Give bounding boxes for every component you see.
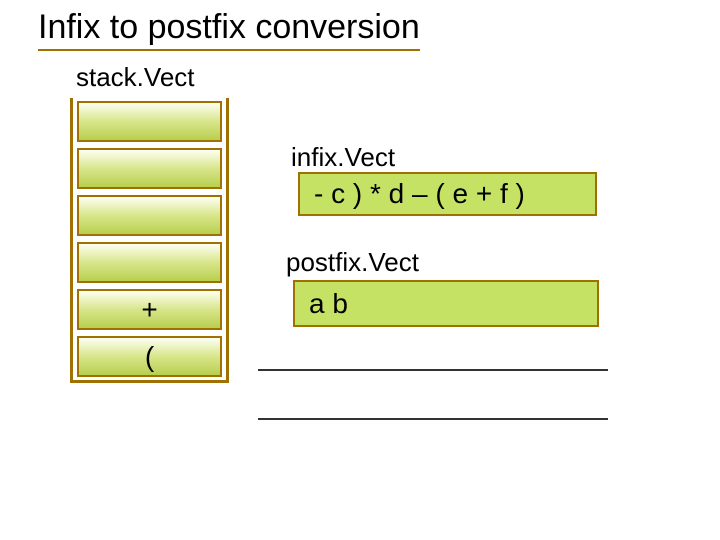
infix-value: - c ) * d – ( e + f )	[314, 178, 525, 210]
postfix-label: postfix.Vect	[286, 247, 419, 278]
page-title: Infix to postfix conversion	[38, 8, 420, 51]
divider-line-1	[258, 369, 608, 371]
stack-container: + (	[70, 98, 229, 383]
stack-cell-5: (	[73, 333, 226, 380]
postfix-value: a b	[309, 288, 348, 320]
infix-label: infix.Vect	[291, 142, 395, 173]
stack-cell-value: +	[141, 294, 157, 326]
stack-cell-4: +	[73, 286, 226, 333]
stack-cell-3	[73, 239, 226, 286]
stack-label: stack.Vect	[76, 62, 195, 93]
divider-line-2	[258, 418, 608, 420]
stack-cell-1	[73, 145, 226, 192]
stack-cell-2	[73, 192, 226, 239]
stack-cell-value: (	[145, 341, 154, 373]
postfix-box: a b	[293, 280, 599, 327]
stack-cell-0	[73, 98, 226, 145]
infix-box: - c ) * d – ( e + f )	[298, 172, 597, 216]
